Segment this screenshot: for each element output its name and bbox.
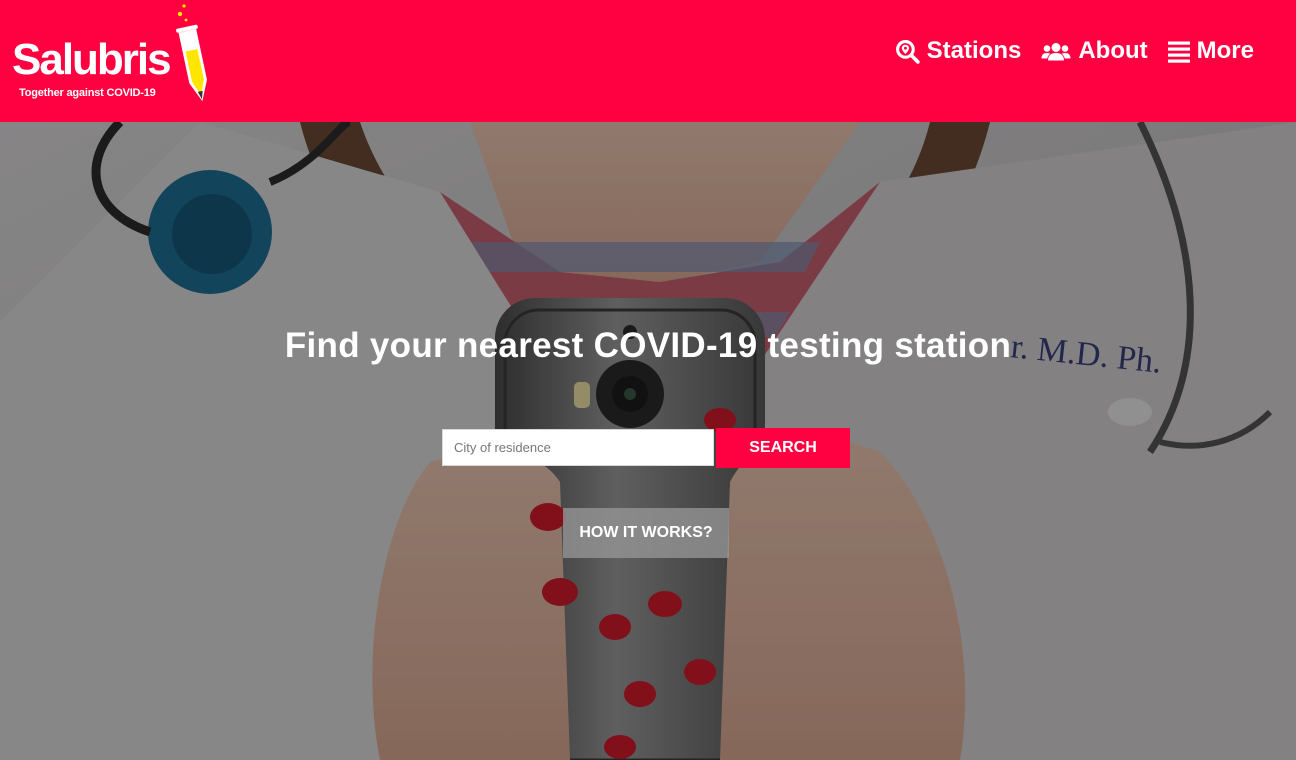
search-button[interactable]: SEARCH [716,428,850,468]
hero-section: r. M.D. Ph. Find your nearest COVID-19 t… [0,122,1296,760]
map-search-icon [895,39,920,64]
city-search-input[interactable] [442,429,714,466]
logo-wordmark: Salubris [12,35,172,84]
hero-headline: Find your nearest COVID-19 testing stati… [284,326,1012,365]
logo-tagline: Together against COVID-19 [19,87,156,99]
nav-stations-label: Stations [926,37,1022,64]
users-icon [1041,39,1071,64]
test-tube-pencil-icon [176,4,207,102]
nav-more[interactable]: More [1167,37,1254,65]
nav-more-label: More [1196,37,1254,64]
nav-about[interactable]: About [1041,37,1148,65]
site-header: Salubris Together against COVID-19 Stati… [0,0,1296,122]
how-it-works-button[interactable]: HOW IT WORKS? [563,508,729,558]
nav-stations[interactable]: Stations [895,37,1022,65]
list-icon [1167,39,1190,64]
nav-about-label: About [1078,37,1148,64]
main-nav: Stations About More [895,32,1254,70]
salubris-logo[interactable]: Salubris Together against COVID-19 [12,2,217,107]
